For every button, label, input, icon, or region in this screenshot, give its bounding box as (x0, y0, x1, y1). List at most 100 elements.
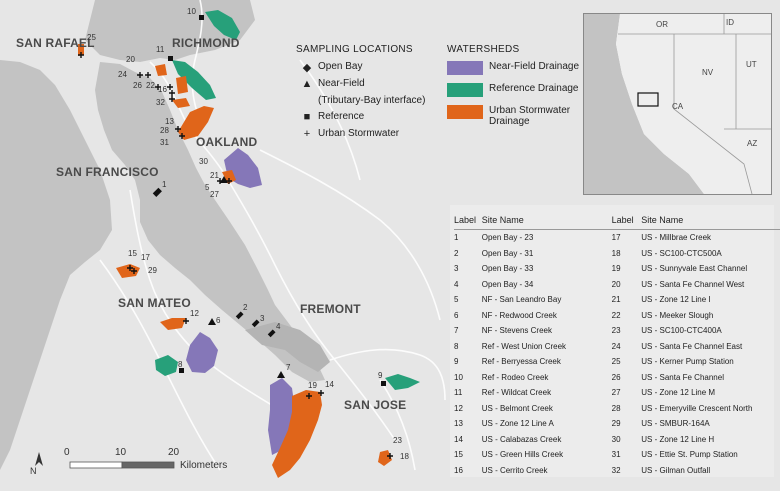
table-row: 1 Open Bay - 23 17 US - Millbrae Creek (454, 229, 780, 246)
site-name-right: US - Zone 12 Line H (641, 434, 715, 444)
point-label-18: 18 (400, 452, 409, 461)
site-label-left: 13 (454, 419, 463, 429)
point-label-21: 21 (210, 171, 219, 180)
site-label-right: 24 (611, 341, 621, 351)
site-name-right: US - Gilman Outfall (641, 465, 711, 475)
site-name-left: US - Calabazas Creek (481, 434, 562, 444)
watershed-legend: WATERSHEDS Near-Field Drainage Reference… (447, 44, 579, 135)
inset-label-ut: UT (746, 60, 757, 69)
table-body: 1 Open Bay - 23 17 US - Millbrae Creek 2 Open… (454, 229, 780, 479)
table-row: 6 NF - Redwood Creek 22 US - Meeker Slough (454, 308, 780, 324)
legend-reference-drainage: Reference Drainage (489, 83, 579, 94)
site-table: Label Site Name Label Site Name 1 Open Ba… (454, 211, 780, 478)
table-row: 14 US - Calabazas Creek 30 US - Zone 12 Lin… (454, 432, 780, 448)
point-label-28: 28 (160, 126, 169, 135)
site-label-left: 15 (454, 450, 463, 460)
site-name-left: Open Bay - 34 (481, 279, 534, 289)
triangle-icon: ▲ (301, 78, 313, 90)
table-head-site-1: Site Name (481, 215, 524, 225)
scale-zero: 0 (64, 447, 70, 458)
table-row: 4 Open Bay - 34 20 US - Santa Fe Channel We… (454, 277, 780, 293)
inset-map: OR ID NV UT CA AZ (583, 13, 772, 195)
site-name-left: NF - Redwood Creek (481, 310, 557, 320)
table-row: 11 Ref - Wildcat Creek 27 US - Zone 12 Line… (454, 385, 780, 401)
point-label-31: 31 (160, 138, 169, 147)
site-name-left: Ref - Wildcat Creek (481, 388, 552, 398)
site-label-left: 10 (454, 372, 463, 382)
site-label-right: 18 (611, 248, 621, 258)
point-label-23: 23 (393, 436, 402, 445)
point-label-8: 8 (178, 360, 183, 369)
site-name-left: Open Bay - 31 (481, 248, 534, 258)
point-label-32: 32 (156, 98, 165, 107)
site-label-left: 9 (454, 357, 459, 367)
site-label-left: 3 (454, 264, 459, 274)
city-san-mateo: SAN MATEO (118, 296, 191, 310)
site-label-right: 31 (611, 450, 621, 460)
point-label-1: 1 (162, 180, 167, 189)
site-name-right: US - SC100-CTC400A (641, 326, 722, 336)
site-label-left: 6 (454, 310, 459, 320)
city-richmond: RICHMOND (172, 36, 240, 50)
scale-ten: 10 (115, 447, 127, 458)
table-row: 5 NF - San Leandro Bay 21 US - Zone 12 Line… (454, 292, 780, 308)
table-row: 2 Open Bay - 31 18 US - SC100-CTC500A (454, 246, 780, 262)
point-label-9: 9 (378, 371, 383, 380)
point-label-25: 25 (87, 33, 96, 42)
inset-label-nv: NV (702, 68, 714, 77)
site-name-left: US - Cerrito Creek (481, 465, 548, 475)
legend-near-field-drainage: Near-Field Drainage (489, 61, 580, 72)
diamond-icon: ◆ (302, 62, 312, 74)
site-name-right: US - Santa Fe Channel East (641, 341, 743, 351)
site-label-left: 16 (454, 465, 463, 475)
point-label-4: 4 (276, 322, 281, 331)
point-label-24: 24 (118, 70, 127, 79)
site-name-right: US - Millbrae Creek (641, 229, 780, 246)
site-name-right: US - Sunnyvale East Channel (641, 264, 748, 274)
legend-urban-drainage-2: Drainage (489, 116, 530, 127)
site-name-left: US - Green Hills Creek (481, 450, 564, 460)
site-name-left: NF - Stevens Creek (481, 326, 552, 336)
table-row: 7 NF - Stevens Creek 23 US - SC100-CTC400A (454, 323, 780, 339)
table-row: 10 Ref - Rodeo Creek 26 US - Santa Fe Chann… (454, 370, 780, 386)
site-label-left: 12 (454, 403, 463, 413)
legend-open-bay: Open Bay (318, 61, 363, 72)
site-name-right: US - SMBUR-164A (641, 419, 710, 429)
table-row: 16 US - Cerrito Creek 32 US - Gilman Outfal… (454, 463, 780, 479)
site-name-left: US - Belmont Creek (481, 403, 553, 413)
watershed-legend-title: WATERSHEDS (447, 44, 520, 55)
city-san-rafael: SAN RAFAEL (16, 36, 95, 50)
urban-swatch (447, 105, 483, 119)
site-name-right: US - Santa Fe Channel (641, 372, 724, 382)
point-label-10: 10 (187, 7, 196, 16)
site-label-right: 32 (611, 465, 621, 475)
point-label-16: 16 (158, 85, 167, 94)
legend-near-field: Near-Field (318, 78, 365, 89)
site-name-left: NF - San Leandro Bay (481, 295, 562, 305)
square-icon: ■ (303, 111, 311, 123)
near-field-swatch (447, 61, 483, 75)
site-label-right: 25 (611, 357, 621, 367)
legend-urban-drainage-1: Urban Stormwater (489, 105, 571, 116)
reference-swatch (447, 83, 483, 97)
site-name-left: US - Zone 12 Line A (481, 419, 554, 429)
site-name-right: US - SC100-CTC500A (641, 248, 722, 258)
north-label: N (30, 466, 37, 476)
point-label-13: 13 (165, 117, 174, 126)
site-label-right: 30 (611, 434, 621, 444)
site-label-right: 17 (611, 229, 642, 246)
site-label-right: 28 (611, 403, 621, 413)
sampling-legend-title: SAMPLING LOCATIONS (296, 44, 413, 55)
site-label-right: 23 (611, 326, 621, 336)
point-label-11: 11 (156, 45, 165, 54)
point-label-15: 15 (128, 249, 137, 258)
scale-bar-grey (121, 461, 175, 469)
table-row: 3 Open Bay - 33 19 US - Sunnyvale East Chan… (454, 261, 780, 277)
site-label-right: 19 (611, 264, 621, 274)
table-head-label-1: Label (454, 215, 477, 225)
sampling-legend: SAMPLING LOCATIONS ◆ Open Bay ▲ Near-Field… (296, 44, 425, 145)
site-label-left: 14 (454, 434, 463, 444)
point-label-27: 27 (210, 190, 219, 199)
inset-label-or: OR (656, 20, 668, 29)
point-label-26: 26 (133, 81, 142, 90)
